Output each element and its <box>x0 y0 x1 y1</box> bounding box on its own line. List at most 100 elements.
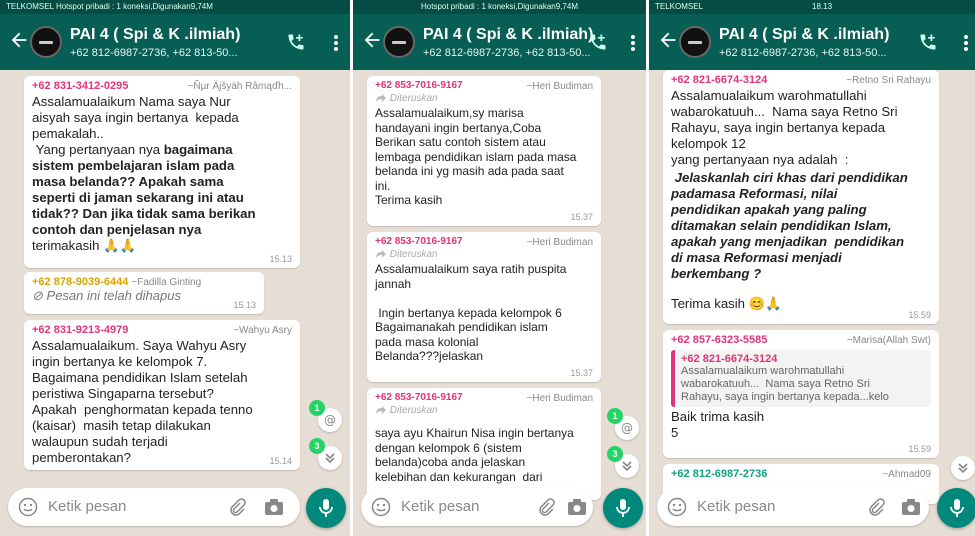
deleted-message-text: ⊘ Pesan ini telah dihapus <box>32 288 181 303</box>
message-time: 15.37 <box>570 368 593 378</box>
status-text: TELKOMSEL Hotspot pribadi : 1 koneksi,Di… <box>6 2 213 11</box>
mention-count-badge: 1 <box>607 408 623 424</box>
forwarded-message-bubble[interactable]: +62 853-7016-9167 ~Heri Budiman Diterusk… <box>367 76 601 226</box>
sender-name: ~Ñµr Äjšyàh Râmąďh... <box>187 81 292 92</box>
add-call-icon[interactable] <box>285 32 307 52</box>
attach-icon[interactable] <box>537 498 555 516</box>
message-text: Baik trima kasih 5 <box>671 409 765 440</box>
emoji-icon[interactable] <box>18 497 38 517</box>
message-input[interactable]: Ketik pesan <box>697 498 775 515</box>
back-arrow-icon[interactable] <box>657 29 679 51</box>
message-text-closing: Terima kasih 😊🙏 <box>671 296 782 311</box>
message-text: saya ayu Khairun Nisa ingin bertanya den… <box>375 426 574 484</box>
chat-header[interactable]: PAI 4 ( Spi & K .ilmiah) +62 812-6987-27… <box>353 14 646 70</box>
message-composer[interactable]: Ketik pesan <box>8 488 300 526</box>
message-time: 15.59 <box>908 310 931 320</box>
message-sender[interactable]: +62 878-9039-6444 ~Fadilla Ginting <box>32 276 256 288</box>
chat-header[interactable]: PAI 4 ( Spi & K .ilmiah) +62 812-6987-27… <box>0 14 350 70</box>
message-text: Assalamualaikum saya ratih puspita janna… <box>375 262 567 363</box>
chat-panel-2: Hotspot pribadi : 1 koneksi,Digunakan9,7… <box>353 0 646 536</box>
attach-icon[interactable] <box>867 498 885 516</box>
sender-name: ~Ahmad09 <box>882 469 931 480</box>
at-icon: @ <box>324 413 336 427</box>
sender-name: ~Heri Budiman <box>526 237 593 248</box>
message-text: Assalamualaikum,sy marisa handayani ingi… <box>375 106 577 207</box>
message-text: Assalamualaikum Nama saya Nur aisyah say… <box>32 94 256 253</box>
message-input[interactable]: Ketik pesan <box>48 498 126 515</box>
message-time: 15.13 <box>233 300 256 310</box>
forward-icon <box>376 250 386 259</box>
message-text: Assalamualaikum warohmatullahi wabarokat… <box>671 88 898 167</box>
emoji-icon[interactable] <box>371 497 391 517</box>
forwarded-message-bubble[interactable]: +62 853-7016-9167 ~Heri Budiman Diterusk… <box>367 232 601 382</box>
group-avatar[interactable] <box>383 26 415 58</box>
message-list[interactable]: +62 831-3412-0295 ~Ñµr Äjšyàh Râmąďh... … <box>0 70 350 536</box>
sender-name: ~Retno Sri Rahayu <box>846 75 931 86</box>
chat-title: PAI 4 ( Spi & K .ilmiah) <box>719 26 890 43</box>
group-avatar[interactable] <box>30 26 62 58</box>
back-arrow-icon[interactable] <box>361 29 383 51</box>
forwarded-label: Diteruskan <box>375 93 593 104</box>
sender-name: ~Marisa(Allah Swt) <box>846 335 931 346</box>
mention-count-badge: 1 <box>309 400 325 416</box>
status-bar: Hotspot pribadi : 1 koneksi,Digunakan9,7… <box>353 0 646 14</box>
forward-icon <box>376 94 386 103</box>
status-text: TELKOMSEL <box>655 2 704 11</box>
message-text: Assalamualaikum. Saya Wahyu Asry ingin b… <box>32 338 253 465</box>
double-chevron-down-icon <box>622 461 632 472</box>
chat-panel-3: TELKOMSEL 18.13 PAI 4 ( Spi & K .ilmiah)… <box>649 0 975 536</box>
microphone-icon <box>950 499 964 517</box>
camera-icon[interactable] <box>901 498 921 516</box>
message-list[interactable]: +62 853-7016-9167 ~Heri Budiman Diterusk… <box>353 70 646 536</box>
chat-subtitle: +62 812-6987-2736, +62 813-50... <box>70 47 238 59</box>
sender-name: ~Wahyu Asry <box>233 325 292 336</box>
message-bubble[interactable]: +62 831-9213-4979 ~Wahyu Asry Assalamual… <box>24 320 300 470</box>
message-composer[interactable]: Ketik pesan <box>361 488 593 526</box>
status-bar: TELKOMSEL 18.13 <box>649 0 975 14</box>
double-chevron-down-icon <box>958 463 968 474</box>
message-time: 15.59 <box>908 444 931 454</box>
svg-text:@: @ <box>324 413 336 427</box>
message-bubble-deleted[interactable]: +62 878-9039-6444 ~Fadilla Ginting ⊘ Pes… <box>24 272 264 314</box>
sender-name: ~Heri Budiman <box>526 81 593 92</box>
voice-message-button[interactable] <box>937 488 975 528</box>
overflow-menu-icon[interactable] <box>630 34 636 52</box>
add-call-icon[interactable] <box>917 32 939 52</box>
reply-message-bubble[interactable]: +62 857-6323-5585 ~Marisa(Allah Swt) +62… <box>663 330 939 458</box>
message-bubble[interactable]: +62 821-6674-3124 ~Retno Sri Rahayu Assa… <box>663 70 939 324</box>
voice-message-button[interactable] <box>603 488 643 528</box>
add-call-icon[interactable] <box>587 32 609 52</box>
forwarded-message-bubble[interactable]: +62 853-7016-9167 ~Heri Budiman Diterusk… <box>367 388 601 500</box>
status-time: 18.13 <box>812 2 833 11</box>
status-text: Hotspot pribadi : 1 koneksi,Digunakan9,7… <box>421 2 578 11</box>
message-input[interactable]: Ketik pesan <box>401 498 479 515</box>
quoted-sender: +62 821-6674-3124 <box>681 353 778 365</box>
message-time: 15.37 <box>570 212 593 222</box>
quoted-text: Assalamualaikum warohmatullahi wabarokat… <box>681 365 889 403</box>
emoji-icon[interactable] <box>667 497 687 517</box>
unread-count-badge: 3 <box>607 446 623 462</box>
overflow-menu-icon[interactable] <box>963 34 969 52</box>
message-composer[interactable]: Ketik pesan <box>657 488 929 526</box>
quoted-message[interactable]: +62 821-6674-3124 Assalamualaikum warohm… <box>671 350 931 407</box>
double-chevron-down-icon <box>325 453 335 464</box>
blocked-icon: ⊘ <box>32 288 43 303</box>
voice-message-button[interactable] <box>306 488 346 528</box>
message-bubble[interactable]: +62 831-3412-0295 ~Ñµr Äjšyàh Râmąďh... … <box>24 76 300 268</box>
camera-icon[interactable] <box>567 498 587 516</box>
group-avatar[interactable] <box>679 26 711 58</box>
microphone-icon <box>319 499 333 517</box>
chat-header[interactable]: PAI 4 ( Spi & K .ilmiah) +62 812-6987-27… <box>649 14 975 70</box>
at-icon: @ <box>621 421 633 435</box>
message-time: 15.14 <box>269 456 292 466</box>
message-time: 15.13 <box>269 254 292 264</box>
back-arrow-icon[interactable] <box>8 29 30 51</box>
attach-icon[interactable] <box>228 498 246 516</box>
unread-count-badge: 3 <box>309 438 325 454</box>
overflow-menu-icon[interactable] <box>333 34 339 52</box>
message-list[interactable]: +62 821-6674-3124 ~Retno Sri Rahayu Assa… <box>649 70 975 536</box>
scroll-down-button[interactable] <box>951 456 975 480</box>
chat-title: PAI 4 ( Spi & K .ilmiah) <box>423 26 594 43</box>
camera-icon[interactable] <box>264 498 284 516</box>
forward-icon <box>376 406 386 415</box>
